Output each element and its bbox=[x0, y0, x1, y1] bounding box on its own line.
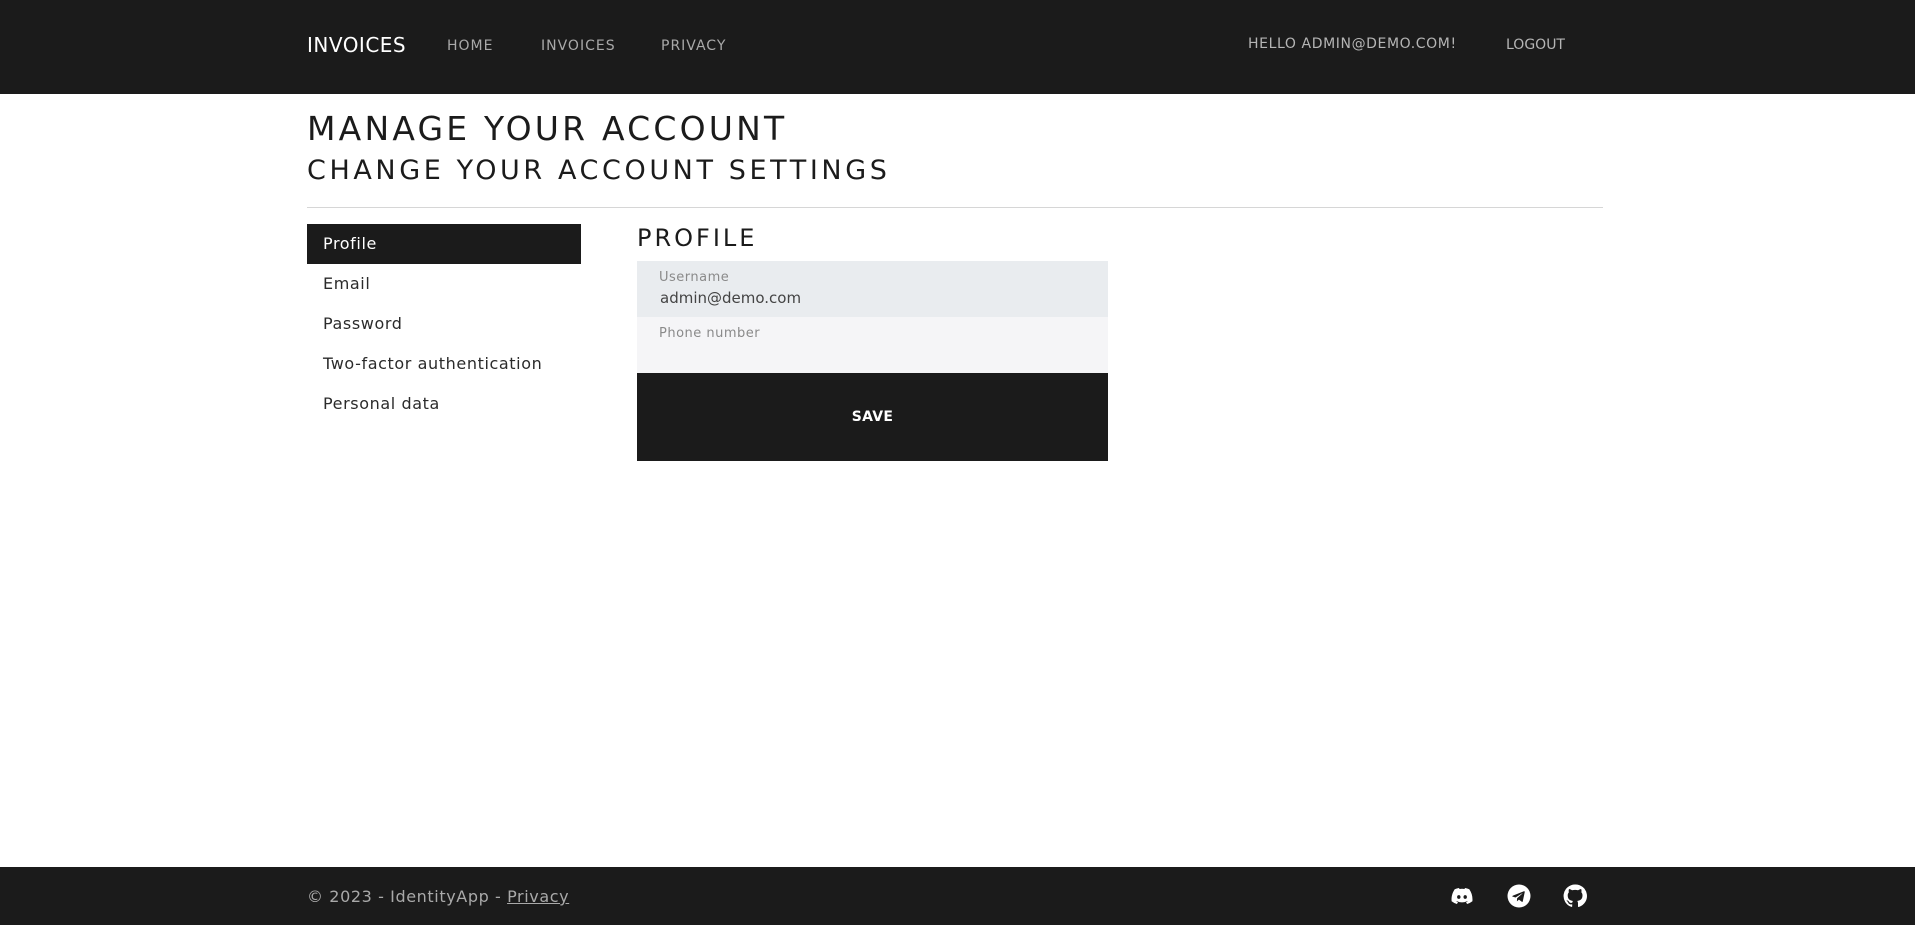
sidebar-item-two-factor-authentication[interactable]: Two-factor authentication bbox=[307, 344, 581, 384]
username-label: Username bbox=[659, 270, 730, 285]
copyright-text: © 2023 - IdentityApp - bbox=[307, 887, 508, 906]
telegram-icon[interactable] bbox=[1507, 884, 1531, 908]
sidebar-item-password[interactable]: Password bbox=[307, 304, 581, 344]
phone-number-label: Phone number bbox=[659, 326, 761, 341]
footer: © 2023 - IdentityApp - Privacy bbox=[0, 867, 1915, 925]
top-navbar: INVOICES HOME INVOICES PRIVACY HELLO ADM… bbox=[0, 0, 1915, 94]
footer-copyright: © 2023 - IdentityApp - Privacy bbox=[307, 887, 569, 907]
username-input[interactable] bbox=[660, 287, 1090, 309]
save-button[interactable]: SAVE bbox=[637, 373, 1108, 461]
phone-number-field: Phone number bbox=[637, 317, 1108, 373]
profile-section-title: PROFILE bbox=[637, 224, 758, 252]
nav-link-home[interactable]: HOME bbox=[447, 37, 493, 55]
discord-icon[interactable] bbox=[1450, 884, 1474, 908]
page-subtitle: CHANGE YOUR ACCOUNT SETTINGS bbox=[307, 155, 891, 186]
sidebar-item-personal-data[interactable]: Personal data bbox=[307, 384, 581, 424]
brand-link[interactable]: INVOICES bbox=[307, 32, 406, 58]
github-icon[interactable] bbox=[1563, 884, 1587, 908]
nav-link-account-greeting[interactable]: HELLO ADMIN@DEMO.COM! bbox=[1248, 35, 1457, 53]
sidebar-item-email[interactable]: Email bbox=[307, 264, 581, 304]
header-divider bbox=[307, 207, 1603, 208]
footer-privacy-link[interactable]: Privacy bbox=[507, 887, 569, 906]
account-side-nav: Profile Email Password Two-factor authen… bbox=[307, 224, 581, 424]
nav-link-privacy[interactable]: PRIVACY bbox=[661, 37, 726, 55]
nav-link-invoices[interactable]: INVOICES bbox=[541, 37, 616, 55]
logout-button[interactable]: LOGOUT bbox=[1506, 36, 1565, 54]
sidebar-item-profile[interactable]: Profile bbox=[307, 224, 581, 264]
username-field: Username bbox=[637, 261, 1108, 317]
page-title: MANAGE YOUR ACCOUNT bbox=[307, 109, 788, 148]
phone-number-input[interactable] bbox=[660, 343, 1090, 365]
